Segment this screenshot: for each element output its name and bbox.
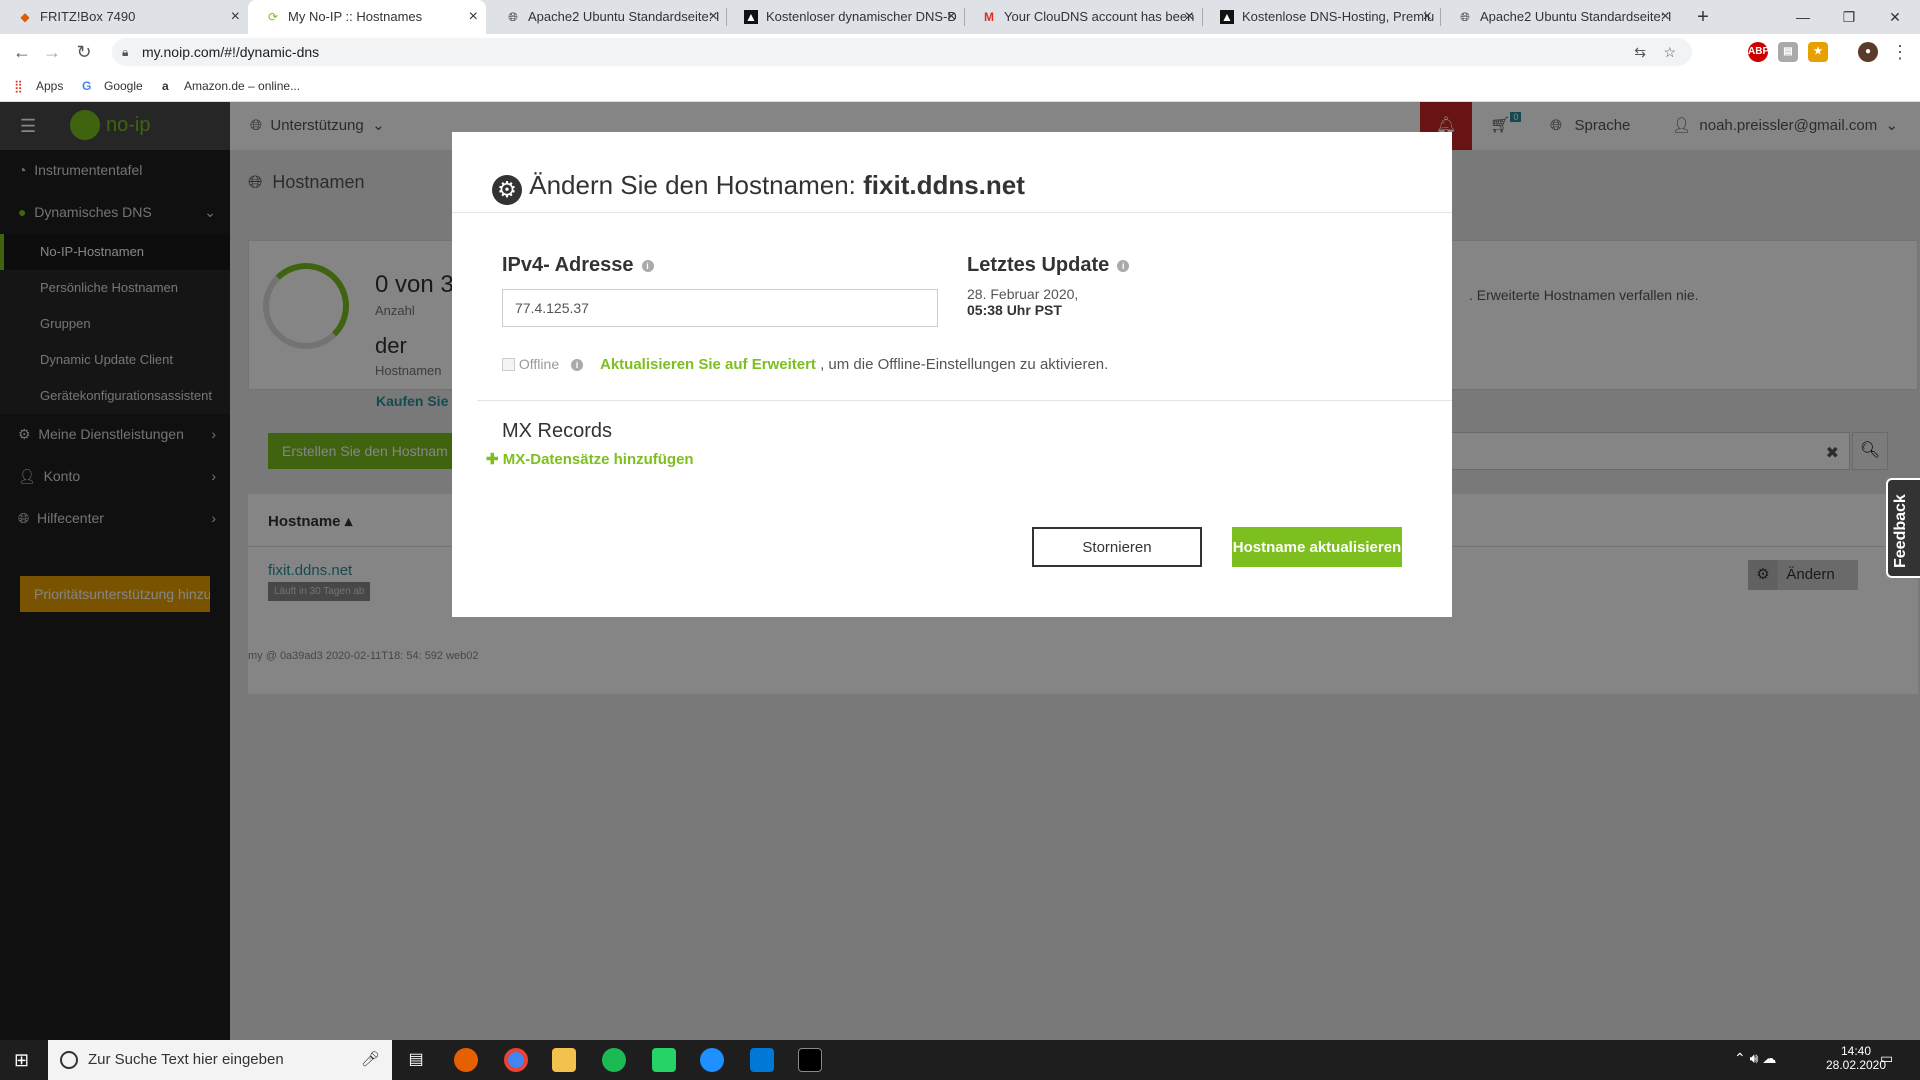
tab-gmail[interactable]: M Your ClouDNS account has been × bbox=[964, 0, 1202, 34]
add-mx-records-link[interactable]: ✚ MX-Datensätze hinzufügen bbox=[486, 450, 694, 468]
close-tab-icon[interactable]: × bbox=[1423, 0, 1432, 34]
globe-favicon-icon: 🌐︎ bbox=[508, 10, 518, 24]
offline-label: Offline bbox=[518, 356, 560, 372]
close-tab-icon[interactable]: × bbox=[469, 0, 478, 34]
address-bar-row: ← → ↻ 🔒︎ my.noip.com/#!/dynamic-dns ⇆ ☆ … bbox=[0, 34, 1920, 70]
minimize-icon[interactable]: — bbox=[1780, 0, 1826, 34]
app-icon[interactable] bbox=[700, 1048, 724, 1072]
globe-favicon-icon: 🌐︎ bbox=[1460, 10, 1470, 24]
tab-label: Kostenloser dynamischer DNS-D bbox=[766, 9, 957, 24]
firefox-icon[interactable] bbox=[454, 1048, 478, 1072]
tab-label: My No-IP :: Hostnames bbox=[288, 9, 423, 24]
tab-label: Apache2 Ubuntu Standardseite: I bbox=[1480, 9, 1672, 24]
lock-icon: 🔒︎ bbox=[122, 45, 129, 59]
search-circle-icon bbox=[60, 1051, 78, 1069]
adblock-extension-icon[interactable]: ABP bbox=[1748, 42, 1769, 62]
tray-icons[interactable]: ⌃ 🔊︎ ☁︎ bbox=[1734, 1050, 1776, 1067]
restore-icon[interactable]: ❐ bbox=[1826, 0, 1872, 34]
url-field[interactable]: 🔒︎ my.noip.com/#!/dynamic-dns ⇆ ☆ bbox=[112, 38, 1692, 66]
bookmark-apps[interactable]: Apps bbox=[36, 78, 63, 94]
bookmark-star-icon[interactable]: ☆ bbox=[1663, 38, 1676, 66]
terminal-icon[interactable] bbox=[798, 1048, 822, 1072]
mx-records-title: MX Records bbox=[502, 420, 613, 442]
tab-label: Apache2 Ubuntu Standardseite: I bbox=[528, 9, 720, 24]
notifications-icon[interactable]: ▭ bbox=[1880, 1050, 1893, 1067]
tab-fritzbox[interactable]: ◆ FRITZ!Box 7490 × bbox=[0, 0, 248, 34]
close-window-icon[interactable]: ✕ bbox=[1872, 0, 1918, 34]
chrome-icon[interactable] bbox=[504, 1048, 528, 1072]
tab-label: Your ClouDNS account has been bbox=[1004, 9, 1195, 24]
browser-tab-bar: ◆ FRITZ!Box 7490 × ⟳ My No-IP :: Hostnam… bbox=[0, 0, 1920, 34]
plus-icon: ✚ bbox=[486, 451, 499, 468]
file-explorer-icon[interactable] bbox=[552, 1048, 576, 1072]
url-text: my.noip.com/#!/dynamic-dns bbox=[142, 44, 320, 60]
last-update-label: Letztes Update i bbox=[967, 254, 1130, 277]
dns-favicon-icon: ▲ bbox=[1220, 10, 1234, 24]
task-view-icon[interactable]: ▤ bbox=[404, 1048, 428, 1072]
modal-title-prefix: Ändern Sie den Hostnamen bbox=[529, 170, 849, 200]
gear-icon: ⚙ bbox=[492, 175, 522, 205]
modal-title-host: fixit.ddns.net bbox=[863, 170, 1025, 200]
close-tab-icon[interactable]: × bbox=[1185, 0, 1194, 34]
new-tab-button[interactable]: + bbox=[1680, 0, 1726, 34]
bookmarks-bar: ⣿ Apps G Google a Amazon.de – online... bbox=[0, 70, 1920, 102]
noip-favicon-icon: ⟳ bbox=[267, 10, 279, 24]
menu-dots-icon[interactable]: ⋮ bbox=[1888, 40, 1912, 64]
bookmark-amazon[interactable]: Amazon.de – online... bbox=[184, 78, 300, 94]
dns-favicon-icon: ▲ bbox=[744, 10, 758, 24]
amazon-icon: a bbox=[162, 79, 169, 93]
ipv4-input[interactable] bbox=[502, 289, 938, 327]
avatar[interactable]: ● bbox=[1858, 42, 1878, 62]
extension-icon[interactable]: ★ bbox=[1808, 42, 1828, 62]
tab-apache-1[interactable]: 🌐︎ Apache2 Ubuntu Standardseite: I × bbox=[488, 0, 726, 34]
windows-taskbar: ⊞ Zur Suche Text hier eingeben 🎤︎ ▤ ⌃ 🔊︎… bbox=[0, 1040, 1920, 1080]
close-tab-icon[interactable]: × bbox=[947, 0, 956, 34]
google-icon: G bbox=[82, 79, 92, 93]
offline-checkbox[interactable] bbox=[502, 358, 515, 371]
feedback-tab[interactable]: Feedback bbox=[1886, 478, 1920, 578]
info-icon[interactable]: i bbox=[641, 259, 654, 272]
close-tab-icon[interactable]: × bbox=[231, 0, 240, 34]
back-icon[interactable]: ← bbox=[10, 40, 34, 64]
close-tab-icon[interactable]: × bbox=[709, 0, 718, 34]
tab-apache-2[interactable]: 🌐︎ Apache2 Ubuntu Standardseite: I × bbox=[1440, 0, 1678, 34]
windows-start-icon[interactable]: ⊞ bbox=[14, 1050, 29, 1071]
upgrade-notice: Aktualisieren Sie auf Erweitert , um die… bbox=[600, 356, 1109, 373]
close-tab-icon[interactable]: × bbox=[1661, 0, 1670, 34]
tab-label: Kostenlose DNS-Hosting, Premiu bbox=[1242, 9, 1435, 24]
info-icon[interactable]: i bbox=[571, 359, 583, 372]
app-icon[interactable] bbox=[750, 1048, 774, 1072]
ipv4-label: IPv4- Adresse i bbox=[502, 254, 654, 277]
last-update-time: 05:38 Uhr PST bbox=[967, 302, 1062, 318]
translate-icon[interactable]: ⇆ bbox=[1634, 38, 1646, 66]
spotify-icon[interactable] bbox=[602, 1048, 626, 1072]
modal-title: ⚙ Ändern Sie den Hostnamen: fixit.ddns.n… bbox=[492, 170, 1025, 205]
last-update-date: 28. Februar 2020, bbox=[967, 286, 1079, 302]
extension-icon[interactable]: ▤ bbox=[1778, 42, 1798, 62]
search-placeholder: Zur Suche Text hier eingeben bbox=[88, 1051, 284, 1068]
microphone-icon[interactable]: 🎤︎ bbox=[361, 1040, 380, 1080]
tab-dynamic-dns[interactable]: ▲ Kostenloser dynamischer DNS-D × bbox=[726, 0, 964, 34]
update-hostname-button[interactable]: Hostname aktualisieren bbox=[1232, 527, 1402, 567]
info-icon[interactable]: i bbox=[1117, 259, 1130, 272]
gmail-favicon-icon: M bbox=[984, 10, 994, 24]
reload-icon[interactable]: ↻ bbox=[72, 40, 96, 64]
tab-label: FRITZ!Box 7490 bbox=[40, 9, 136, 24]
upgrade-link[interactable]: Aktualisieren Sie auf Erweitert bbox=[600, 356, 816, 373]
taskbar-search-box[interactable]: Zur Suche Text hier eingeben 🎤︎ bbox=[48, 1040, 392, 1080]
tab-dns-hosting[interactable]: ▲ Kostenlose DNS-Hosting, Premiu × bbox=[1202, 0, 1440, 34]
forward-icon[interactable]: → bbox=[40, 40, 64, 64]
bookmark-google[interactable]: Google bbox=[104, 78, 143, 94]
cancel-button[interactable]: Stornieren bbox=[1032, 527, 1202, 567]
whatsapp-icon[interactable] bbox=[652, 1048, 676, 1072]
tab-noip[interactable]: ⟳ My No-IP :: Hostnames × bbox=[248, 0, 486, 34]
apps-grid-icon: ⣿ bbox=[14, 79, 23, 93]
fritzbox-favicon-icon: ◆ bbox=[20, 10, 30, 24]
edit-hostname-modal: ⚙ Ändern Sie den Hostnamen: fixit.ddns.n… bbox=[452, 132, 1452, 617]
offline-checkbox-row: Offline i bbox=[502, 356, 583, 372]
